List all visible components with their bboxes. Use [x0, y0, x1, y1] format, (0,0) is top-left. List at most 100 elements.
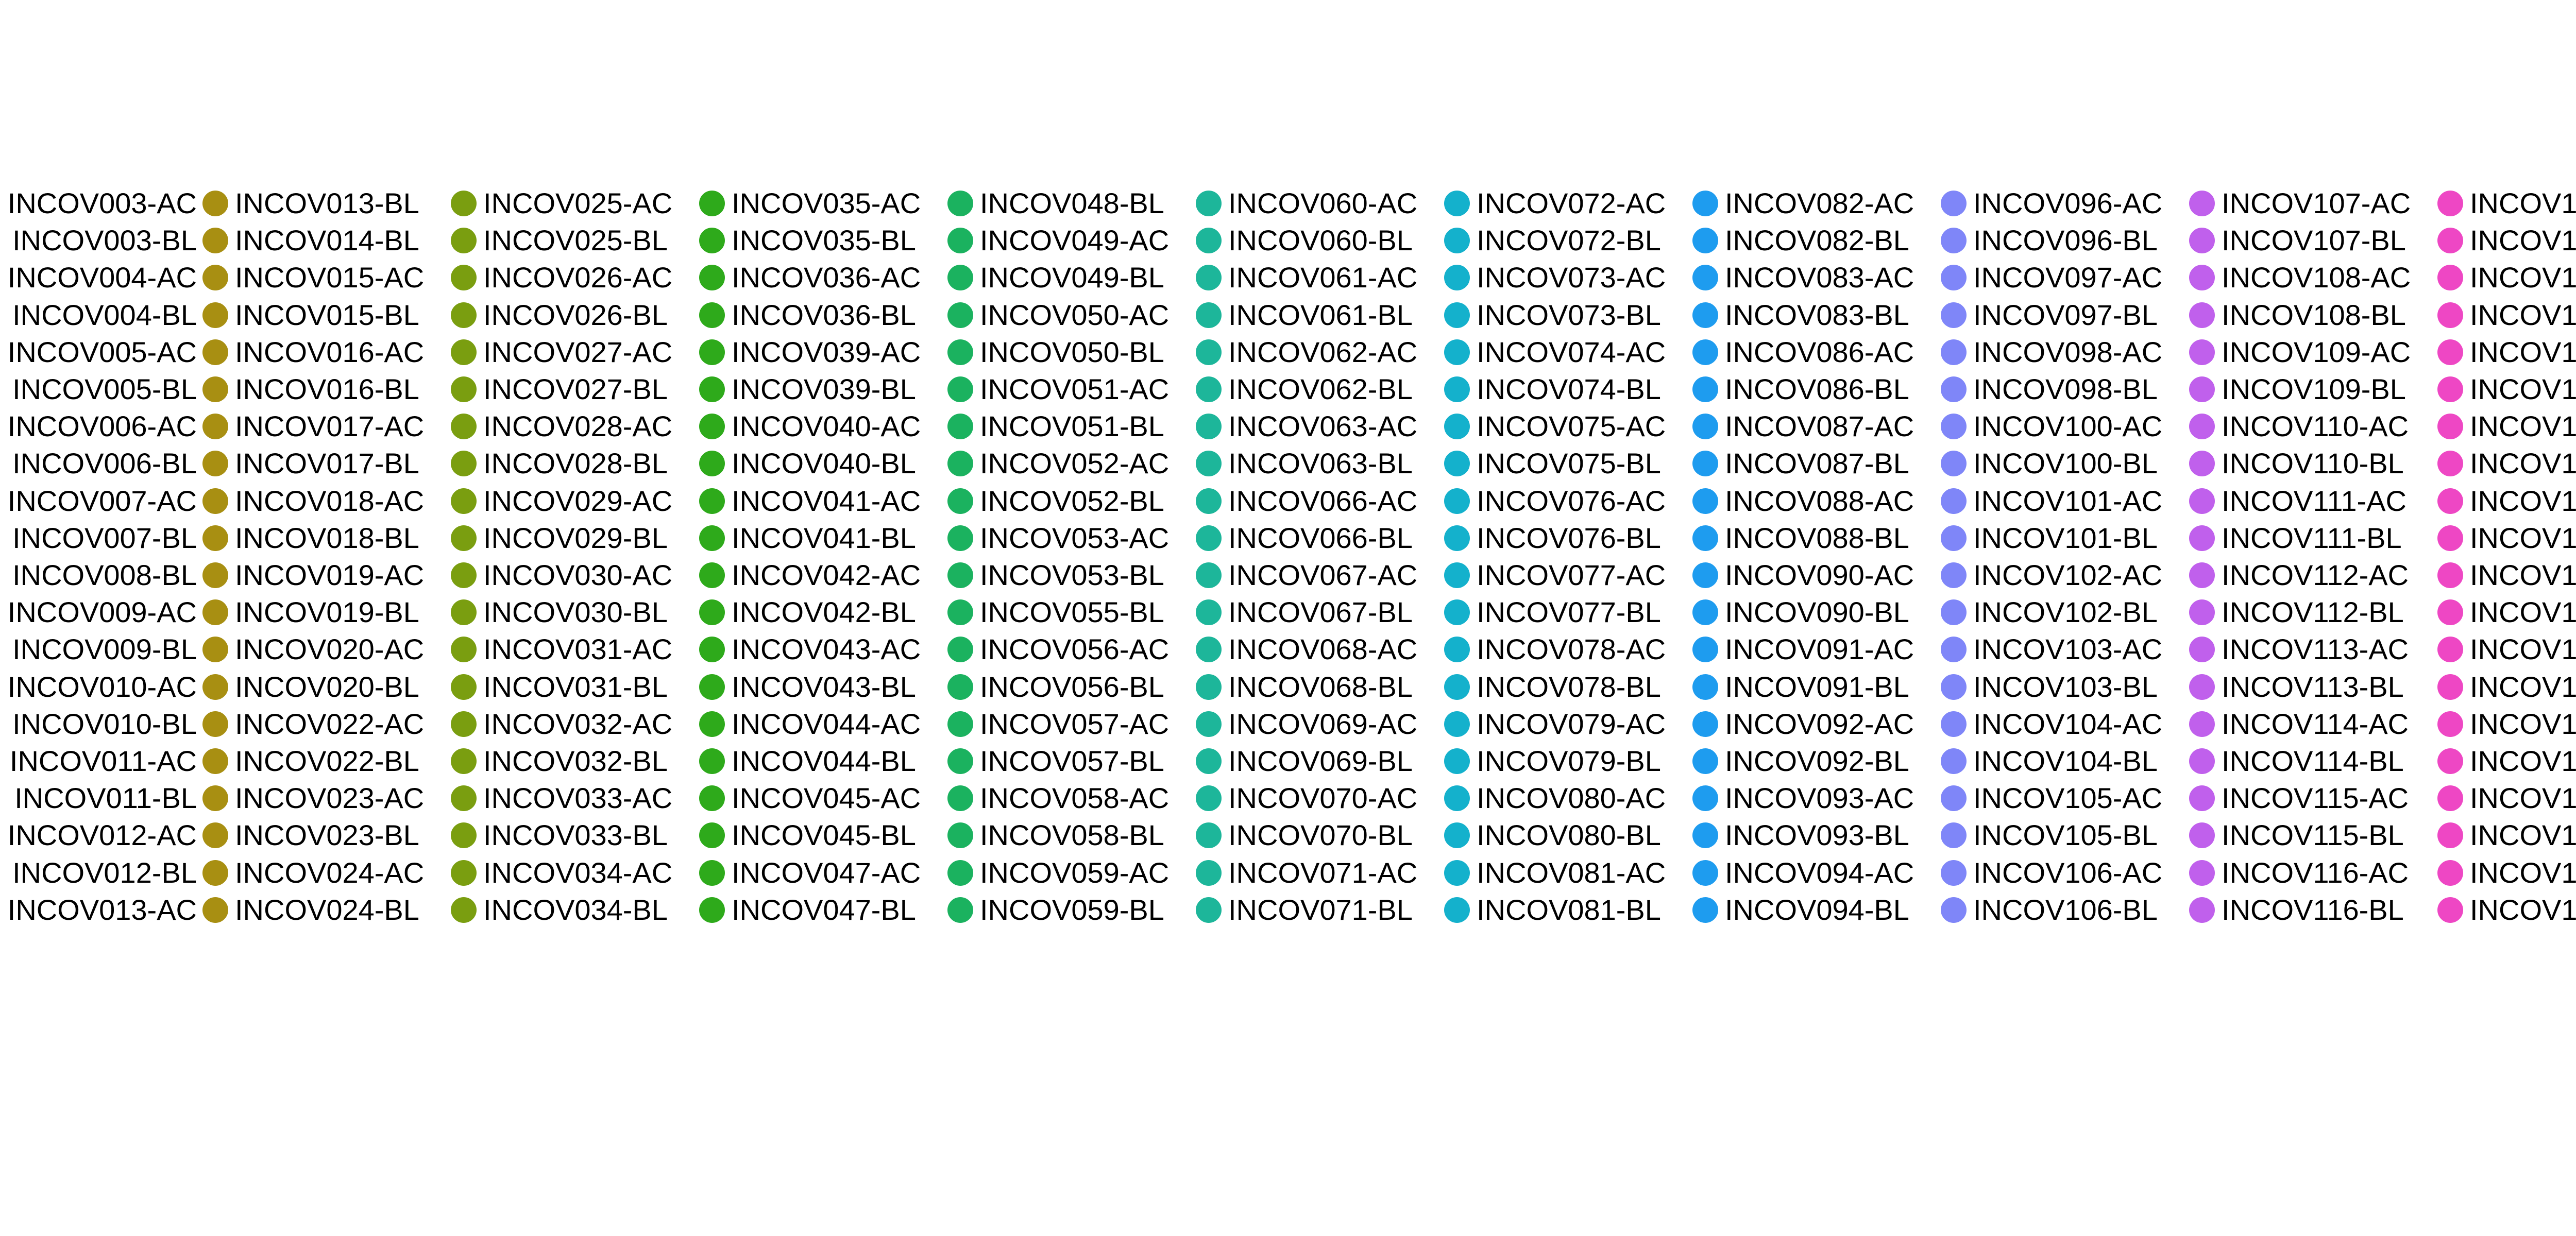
- legend-swatch: [947, 860, 973, 886]
- legend-swatch: [451, 265, 477, 291]
- legend-swatch: [2189, 674, 2215, 700]
- legend-label: INCOV102-BL: [1973, 596, 2158, 629]
- legend-label: INCOV044-AC: [732, 707, 921, 740]
- legend-swatch: [1444, 822, 1470, 849]
- legend-swatch: [202, 562, 228, 588]
- legend-label: INCOV024-BL: [235, 893, 419, 926]
- legend-label: INCOV039-AC: [732, 335, 921, 368]
- legend-label: INCOV116-AC: [2222, 856, 2409, 889]
- legend-label: INCOV114-AC: [2222, 707, 2409, 740]
- legend-swatch: [1941, 265, 1967, 291]
- legend-swatch: [699, 748, 725, 774]
- legend-swatch: [202, 302, 228, 328]
- legend-label: INCOV103-BL: [1973, 670, 2158, 703]
- legend-label: INCOV110-BL: [2222, 447, 2404, 480]
- legend-swatch: [451, 451, 477, 477]
- legend-swatch: [947, 376, 973, 402]
- legend-swatch: [699, 525, 725, 551]
- legend-label: INCOV092-AC: [1725, 707, 1914, 740]
- legend-swatch: [202, 637, 228, 663]
- legend-swatch: [947, 711, 973, 737]
- legend-label: INCOV027-AC: [483, 335, 673, 368]
- legend-swatch: [451, 822, 477, 849]
- legend-swatch: [2437, 376, 2463, 402]
- legend-swatch: [451, 599, 477, 626]
- legend-swatch: [2189, 191, 2215, 216]
- legend-label: INCOV100-AC: [1973, 410, 2163, 443]
- legend-swatch: [1444, 265, 1470, 291]
- legend-label: INCOV069-AC: [1228, 707, 1418, 740]
- legend-swatch: [699, 860, 725, 886]
- legend-label: INCOV068-BL: [1228, 670, 1413, 703]
- legend-label: INCOV124-BL: [2470, 670, 2576, 703]
- legend-swatch: [202, 376, 228, 402]
- legend-label: INCOV056-AC: [980, 633, 1170, 666]
- legend-swatch: [2189, 748, 2215, 774]
- legend-label: INCOV103-AC: [1973, 633, 2163, 666]
- legend-swatch: [1196, 228, 1222, 254]
- legend-label: INCOV114-BL: [2222, 744, 2404, 777]
- legend-label: INCOV050-AC: [980, 298, 1170, 331]
- legend-swatch: [699, 376, 725, 402]
- legend-swatch: [2189, 451, 2215, 477]
- legend-label: INCOV105-BL: [1973, 819, 2158, 852]
- legend-label: INCOV026-AC: [483, 261, 673, 294]
- legend-label: INCOV091-AC: [1725, 633, 1914, 666]
- legend-swatch: [699, 191, 725, 216]
- legend-swatch: [451, 228, 477, 254]
- legend-label: INCOV072-AC: [1477, 186, 1666, 219]
- legend-swatch: [202, 451, 228, 477]
- legend-swatch: [1444, 711, 1470, 737]
- legend-swatch: [1941, 302, 1967, 328]
- legend-swatch: [1444, 191, 1470, 216]
- legend-swatch: [1692, 599, 1718, 626]
- legend-label: INCOV116-BL: [2222, 893, 2404, 926]
- legend-swatch: [1941, 822, 1967, 849]
- legend-label: INCOV123-AC: [2470, 558, 2576, 591]
- legend-label: INCOV010-BL: [12, 707, 197, 740]
- legend-label: INCOV012-AC: [7, 819, 197, 852]
- legend-swatch: [2189, 637, 2215, 663]
- legend-label: INCOV088-BL: [1725, 521, 1909, 554]
- legend-label: INCOV097-AC: [1973, 261, 2163, 294]
- legend-label: INCOV086-BL: [1725, 372, 1909, 405]
- legend-swatch: [2437, 191, 2463, 216]
- legend-label: INCOV071-BL: [1228, 893, 1413, 926]
- legend-label: INCOV096-AC: [1973, 186, 2163, 219]
- legend-label: INCOV041-BL: [732, 521, 916, 554]
- legend-swatch: [947, 674, 973, 700]
- legend-swatch: [947, 562, 973, 588]
- legend-swatch: [2189, 414, 2215, 440]
- legend-swatch: [2189, 339, 2215, 365]
- legend-label: INCOV022-AC: [235, 707, 425, 740]
- legend-label: INCOV044-BL: [732, 744, 916, 777]
- legend-label: INCOV029-BL: [483, 521, 668, 554]
- legend-label: INCOV008-BL: [12, 558, 197, 591]
- legend-label: INCOV066-AC: [1228, 484, 1418, 517]
- legend-swatch: [1196, 525, 1222, 551]
- legend-label: INCOV041-AC: [732, 484, 921, 517]
- legend-label: INCOV108-AC: [2222, 261, 2411, 294]
- legend-label: INCOV010-AC: [7, 670, 197, 703]
- legend-label: INCOV113-BL: [2222, 670, 2404, 703]
- legend-label: INCOV120-BL: [2470, 372, 2576, 405]
- legend-swatch: [1692, 711, 1718, 737]
- legend-label: INCOV056-BL: [980, 670, 1164, 703]
- legend-label: INCOV011-BL: [14, 782, 197, 815]
- legend-label: INCOV093-AC: [1725, 782, 1914, 815]
- legend-swatch: [451, 414, 477, 440]
- legend-label: INCOV126-BL: [2470, 819, 2576, 852]
- legend-swatch: [2437, 414, 2463, 440]
- legend-swatch: [202, 488, 228, 514]
- legend-label: INCOV061-BL: [1228, 298, 1413, 331]
- legend-label: INCOV063-AC: [1228, 410, 1418, 443]
- legend-label: INCOV067-AC: [1228, 558, 1418, 591]
- legend-swatch: [1692, 228, 1718, 254]
- legend-label: INCOV035-AC: [732, 186, 921, 219]
- legend-label: INCOV049-AC: [980, 224, 1170, 257]
- legend-swatch: [2437, 302, 2463, 328]
- legend-label: INCOV073-AC: [1477, 261, 1666, 294]
- legend-label: INCOV070-BL: [1228, 819, 1413, 852]
- legend-swatch: [1941, 785, 1967, 812]
- legend-swatch: [1692, 897, 1718, 923]
